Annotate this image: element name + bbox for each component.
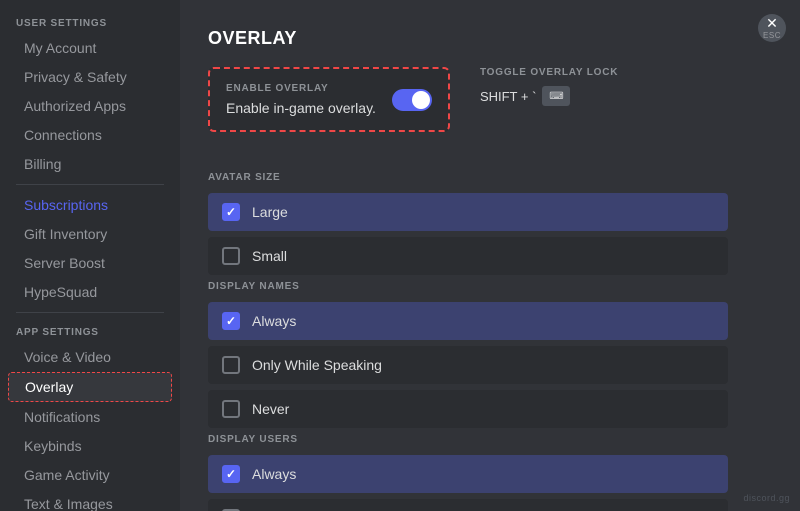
app-settings-label: APP SETTINGS <box>0 319 180 342</box>
display-names-always-checkbox[interactable] <box>222 312 240 330</box>
enable-overlay-section-label: ENABLE OVERLAY <box>226 83 376 94</box>
avatar-large-checkbox[interactable] <box>222 203 240 221</box>
sidebar-divider-2 <box>16 312 164 313</box>
sidebar-item-subscriptions[interactable]: Subscriptions <box>8 191 172 219</box>
hotkey-display: SHIFT + ` ⌨ <box>480 86 618 106</box>
display-names-never-label: Never <box>252 401 289 417</box>
main-content: ✕ ESC Overlay ENABLE OVERLAY Enable in-g… <box>180 0 800 511</box>
display-names-never-checkbox[interactable] <box>222 400 240 418</box>
toggle-lock-label: TOGGLE OVERLAY LOCK <box>480 67 618 78</box>
display-names-always-row[interactable]: Always <box>208 302 728 340</box>
close-icon: ✕ <box>766 16 778 30</box>
sidebar-item-privacy-safety[interactable]: Privacy & Safety <box>8 63 172 91</box>
avatar-small-checkbox[interactable] <box>222 247 240 265</box>
toggle-lock-section: TOGGLE OVERLAY LOCK SHIFT + ` ⌨ <box>480 67 618 106</box>
display-users-always-checkbox[interactable] <box>222 465 240 483</box>
display-names-never-row[interactable]: Never <box>208 390 728 428</box>
avatar-small-row[interactable]: Small <box>208 237 728 275</box>
sidebar-item-hypesquad[interactable]: HypeSquad <box>8 278 172 306</box>
enable-overlay-label-group: ENABLE OVERLAY Enable in-game overlay. <box>226 83 376 116</box>
avatar-small-label: Small <box>252 248 287 264</box>
user-settings-label: USER SETTINGS <box>0 10 180 33</box>
sidebar-item-overlay[interactable]: Overlay <box>8 372 172 402</box>
close-button[interactable]: ✕ ESC <box>758 14 786 42</box>
avatar-large-row[interactable]: Large <box>208 193 728 231</box>
display-users-always-row[interactable]: Always <box>208 455 728 493</box>
sidebar-item-text-images[interactable]: Text & Images <box>8 490 172 511</box>
display-users-label: DISPLAY USERS <box>208 434 772 445</box>
display-names-label: DISPLAY NAMES <box>208 281 772 292</box>
sidebar-item-billing[interactable]: Billing <box>8 150 172 178</box>
page-title: Overlay <box>208 28 772 49</box>
display-names-speaking-label: Only While Speaking <box>252 357 382 373</box>
sidebar-item-keybinds[interactable]: Keybinds <box>8 432 172 460</box>
enable-overlay-box: ENABLE OVERLAY Enable in-game overlay. <box>208 67 450 132</box>
sidebar-item-notifications[interactable]: Notifications <box>8 403 172 431</box>
sidebar: USER SETTINGS My Account Privacy & Safet… <box>0 0 180 511</box>
keyboard-icon: ⌨ <box>542 86 570 106</box>
sidebar-item-voice-video[interactable]: Voice & Video <box>8 343 172 371</box>
close-esc-label: ESC <box>763 31 781 40</box>
hotkey-text: SHIFT + ` <box>480 89 536 104</box>
sidebar-item-server-boost[interactable]: Server Boost <box>8 249 172 277</box>
enable-overlay-text: Enable in-game overlay. <box>226 100 376 116</box>
sidebar-divider-1 <box>16 184 164 185</box>
sidebar-item-my-account[interactable]: My Account <box>8 34 172 62</box>
sidebar-item-authorized-apps[interactable]: Authorized Apps <box>8 92 172 120</box>
enable-overlay-toggle[interactable] <box>392 89 432 111</box>
avatar-size-label: AVATAR SIZE <box>208 172 772 183</box>
sidebar-item-connections[interactable]: Connections <box>8 121 172 149</box>
sidebar-item-gift-inventory[interactable]: Gift Inventory <box>8 220 172 248</box>
display-users-speaking-row[interactable]: Only While Speaking <box>208 499 728 511</box>
display-names-always-label: Always <box>252 313 296 329</box>
display-names-speaking-row[interactable]: Only While Speaking <box>208 346 728 384</box>
sidebar-item-game-activity[interactable]: Game Activity <box>8 461 172 489</box>
avatar-large-label: Large <box>252 204 288 220</box>
display-names-speaking-checkbox[interactable] <box>222 356 240 374</box>
overlay-top-row: ENABLE OVERLAY Enable in-game overlay. T… <box>208 67 772 152</box>
watermark: discord.gg <box>743 493 790 503</box>
display-users-always-label: Always <box>252 466 296 482</box>
